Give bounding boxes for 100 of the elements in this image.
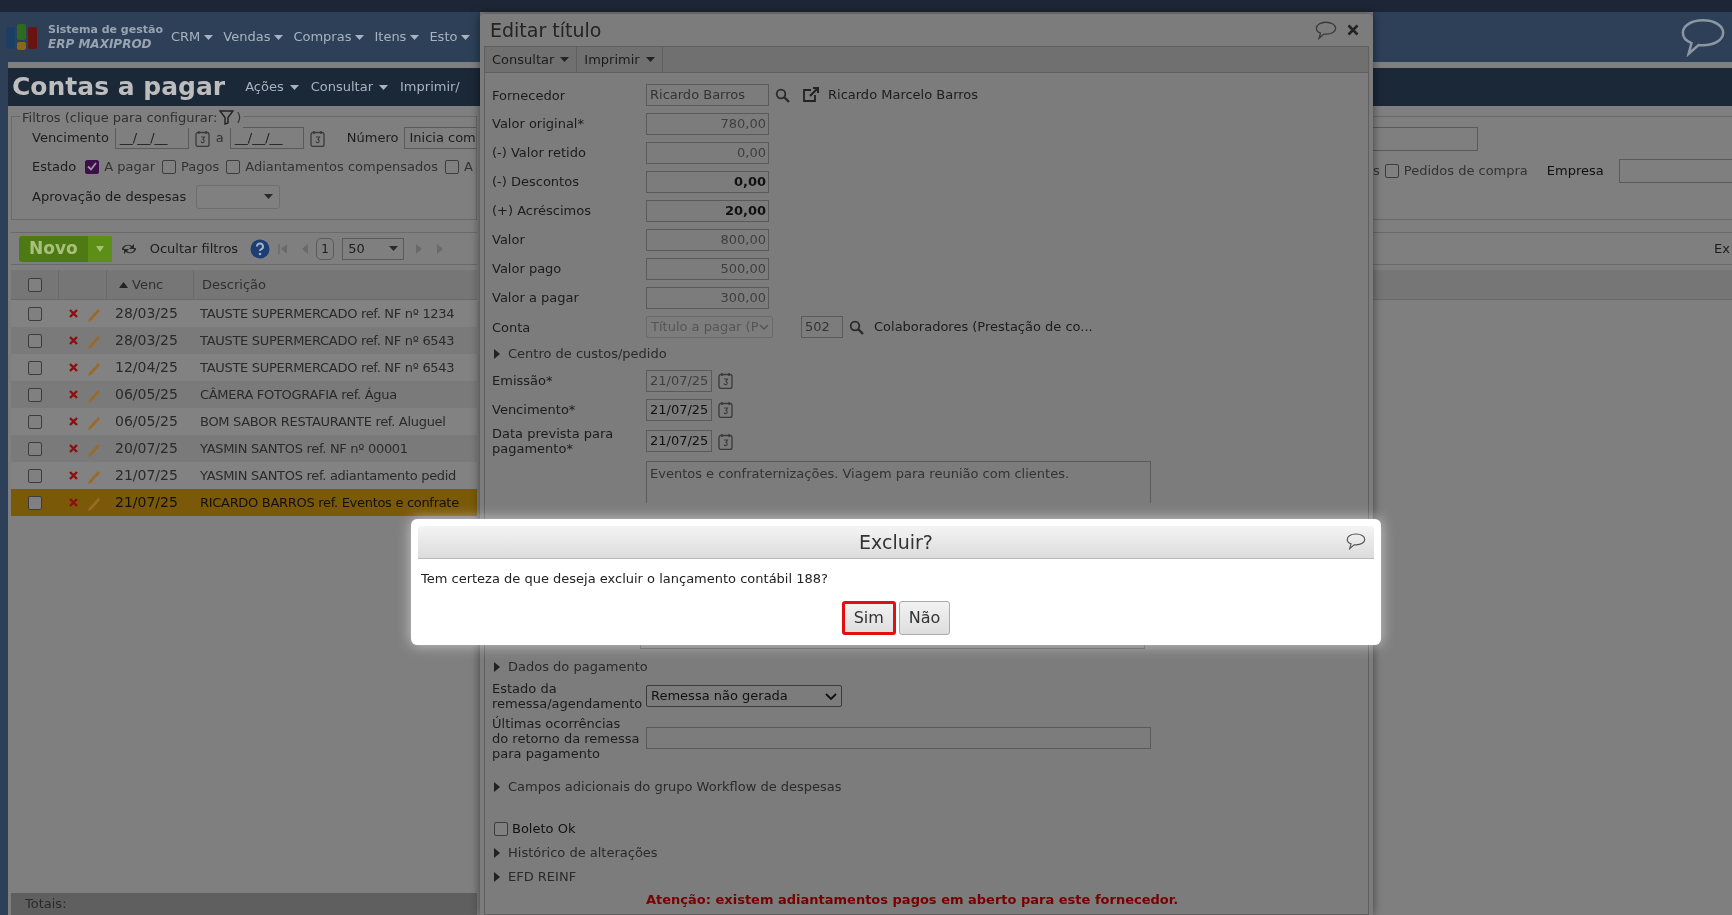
expand-arrow-icon[interactable] [494, 848, 500, 858]
section-toggle[interactable]: Centro de custos/pedido [492, 342, 1368, 366]
delete-icon[interactable] [69, 498, 78, 507]
dialog-button[interactable]: Não [898, 600, 951, 635]
expand-arrow-icon[interactable] [494, 662, 500, 672]
table-cell-text: 28/03/25 [114, 304, 179, 323]
amount-field: 780,00 [646, 112, 769, 135]
help-icon[interactable] [250, 238, 271, 259]
sort-ascending-icon[interactable] [119, 281, 128, 288]
field-label: Valor pago [492, 261, 563, 276]
supplier-field[interactable]: Ricardo Barros [646, 84, 769, 106]
delete-icon[interactable] [69, 309, 78, 318]
checkbox-label: s [1373, 162, 1380, 181]
checkbox[interactable] [162, 159, 177, 174]
chat-icon[interactable] [1346, 533, 1366, 550]
date-field[interactable]: 21/07/25 [646, 430, 712, 452]
calendar-icon[interactable] [718, 432, 733, 450]
date-to-field[interactable]: __/__/__ [229, 127, 304, 149]
menu-item[interactable]: Ações [245, 77, 299, 97]
chat-icon[interactable] [1315, 20, 1337, 40]
table-cell-text: YASMIN SANTOS ref. NF nº 00001 [199, 439, 409, 458]
table-row[interactable]: 20/07/25 YASMIN SANTOS ref. NF nº 00001 [11, 435, 477, 462]
date-from-field[interactable]: __/__/__ [114, 127, 189, 149]
table-row[interactable]: 06/05/25 CÂMERA FOTOGRAFIA ref. Água [11, 381, 477, 408]
row-checkbox[interactable] [28, 468, 42, 483]
menu-item[interactable]: Consultar [310, 77, 389, 97]
row-checkbox[interactable] [28, 306, 42, 321]
calendar-icon[interactable] [718, 401, 733, 418]
row-checkbox[interactable] [28, 387, 42, 402]
row-checkbox[interactable] [28, 441, 42, 456]
checkbox[interactable] [444, 159, 459, 174]
checkbox-label: Boleto Ok [512, 820, 576, 839]
chat-icon[interactable] [1680, 17, 1726, 57]
export-link[interactable]: Ex [1714, 238, 1730, 259]
description-field[interactable]: Eventos e confraternizações. Viagem para reunião com clientes. [646, 461, 1151, 503]
delete-icon[interactable] [69, 336, 78, 345]
menu-item[interactable]: CRM [170, 27, 214, 47]
checkbox[interactable] [494, 822, 508, 836]
table-cell-text: YASMIN SANTOS ref. adiantamento pedid [199, 466, 458, 485]
amount-field[interactable]: 20,00 [646, 199, 769, 222]
company-field[interactable] [1618, 159, 1732, 183]
delete-icon[interactable] [69, 390, 78, 399]
account-name: Colaboradores (Prestação de co... [874, 318, 1093, 337]
expand-arrow-icon[interactable] [494, 782, 500, 792]
delete-icon[interactable] [69, 471, 78, 480]
delete-icon[interactable] [69, 444, 78, 453]
checkbox[interactable] [1384, 164, 1399, 178]
status-dropdown[interactable]: Remessa não gerada [646, 685, 842, 707]
amount-field[interactable]: 0,00 [646, 170, 769, 193]
field-label: Valor original* [492, 116, 585, 131]
menu-item[interactable]: Esto [429, 27, 471, 47]
section-toggle[interactable]: Dados do pagamento [492, 655, 1368, 679]
row-checkbox[interactable] [28, 495, 42, 510]
hide-filters-button[interactable]: Ocultar filtros [145, 238, 243, 259]
table-row[interactable]: 21/07/25 RICARDO BARROS ref. Eventos e confrate [11, 489, 477, 516]
calendar-icon[interactable] [718, 372, 733, 389]
dialog-button[interactable]: Sim [841, 600, 896, 635]
section-toggle[interactable]: EFD REINF [492, 865, 1368, 889]
calendar-icon[interactable] [309, 129, 325, 147]
expand-arrow-icon[interactable] [494, 872, 500, 882]
new-button[interactable]: Novo [19, 235, 112, 262]
filter-label: Vencimento [32, 129, 109, 148]
table-cell-text: BOM SABOR RESTAURANTE ref. Aluguel [199, 412, 447, 431]
column-header[interactable]: Venc [132, 274, 164, 295]
menu-item[interactable]: Vendas [223, 27, 284, 47]
section-toggle[interactable]: Campos adicionais do grupo Workflow de despesas [492, 775, 1368, 799]
number-field[interactable]: Inicia com [404, 127, 476, 149]
close-icon[interactable] [1347, 24, 1359, 36]
table-row[interactable]: 28/03/25 TAUSTE SUPERMERCADO ref. NF nº 6543 [11, 327, 477, 354]
menu-item[interactable]: Itens [374, 27, 420, 47]
page-size-dropdown[interactable]: 50 [342, 237, 405, 260]
section-toggle[interactable]: Histórico de alterações [492, 841, 1368, 865]
delete-icon[interactable] [69, 363, 78, 372]
search-icon[interactable] [849, 319, 864, 335]
caret-icon[interactable] [95, 245, 104, 252]
account-code-field[interactable]: 502 [801, 316, 843, 338]
column-header[interactable]: Descrição [202, 274, 266, 295]
field-label: (-) Descontos [492, 174, 580, 189]
date-field[interactable]: 21/07/25 [646, 398, 712, 421]
row-checkbox[interactable] [28, 360, 42, 375]
return-occurrences-field[interactable] [646, 727, 1151, 749]
row-checkbox[interactable] [28, 414, 42, 429]
menu-item[interactable]: Compras [293, 27, 365, 47]
open-link-icon[interactable] [802, 87, 820, 103]
filter-icon[interactable] [219, 110, 235, 126]
dialog-title: Editar título [490, 17, 602, 43]
checkbox[interactable] [85, 159, 100, 174]
checkbox[interactable] [226, 159, 241, 174]
calendar-icon[interactable] [194, 129, 210, 147]
search-icon[interactable] [775, 87, 790, 103]
select-all-checkbox[interactable] [27, 277, 42, 292]
menu-item[interactable]: Imprimir [577, 47, 663, 72]
page-number-field[interactable]: 1 [316, 237, 335, 260]
menu-item[interactable]: Consultar [485, 47, 578, 72]
row-checkbox[interactable] [28, 333, 42, 348]
delete-icon[interactable] [69, 417, 78, 426]
expand-arrow-icon[interactable] [494, 349, 500, 359]
number-field[interactable] [1373, 127, 1478, 151]
menu-item[interactable]: Imprimir/ [400, 77, 460, 97]
caret-icon [410, 34, 420, 40]
